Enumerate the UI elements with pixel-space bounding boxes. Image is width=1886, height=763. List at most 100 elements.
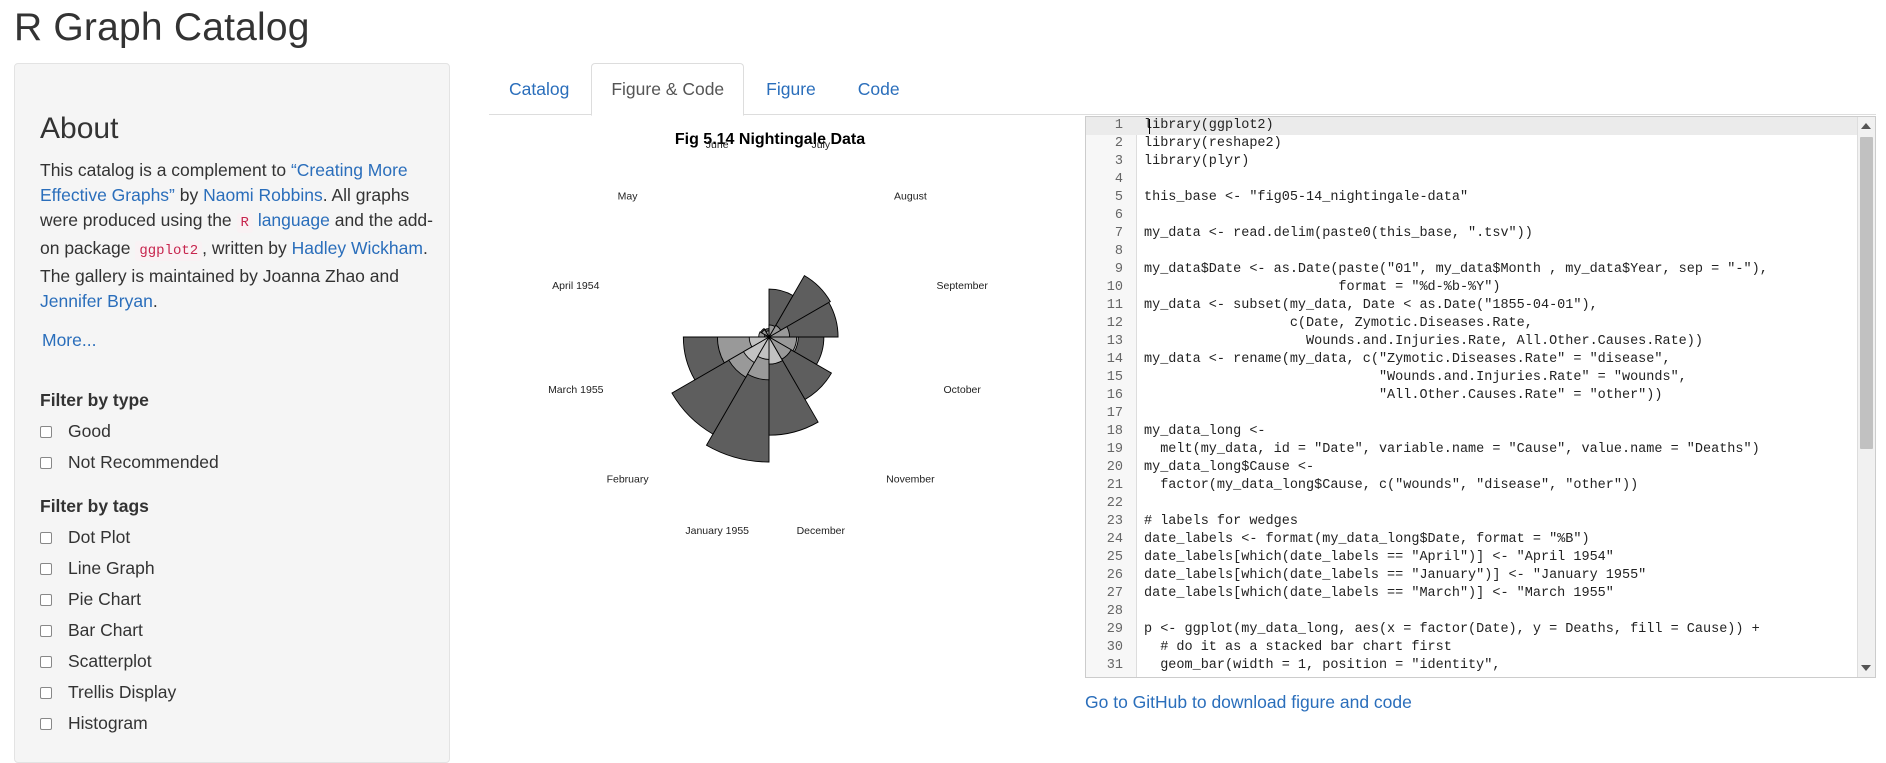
tab-code-label[interactable]: Code [858,79,900,100]
checkbox[interactable] [40,456,52,469]
code-text: my_data <- read.delim(paste0(this_base, … [1144,226,1533,241]
code-line[interactable]: 25 date_labels[which(date_labels == "Apri… [1086,549,1768,567]
line-number: 28 [1106,604,1123,619]
filter-type-good[interactable]: Good [40,416,219,447]
code-line[interactable]: 11 my_data <- subset(my_data, Date < as.D… [1086,297,1768,315]
checkbox[interactable] [40,425,52,438]
code-line[interactable]: 28 [1086,603,1768,621]
r-code-tag: R [236,213,253,233]
code-line[interactable]: 31 geom_bar(width = 1, position = "ident… [1086,657,1768,675]
code-line[interactable]: 1 library(ggplot2) [1086,117,1768,135]
checkbox[interactable] [40,531,52,544]
tab-figure-and-code-label[interactable]: Figure & Code [611,79,724,100]
code-line[interactable]: 4 [1086,171,1768,189]
checkbox[interactable] [40,655,52,668]
language-link[interactable]: language [258,210,330,230]
code-line[interactable]: 19 melt(my_data, id = "Date", variable.n… [1086,441,1768,459]
sidebar: About This catalog is a complement to “C… [14,63,450,763]
code-line[interactable]: 3 library(plyr) [1086,153,1768,171]
filter-label: Histogram [68,713,148,733]
line-number: 2 [1114,136,1123,151]
code-line[interactable]: 20 my_data_long$Cause <- [1086,459,1768,477]
code-text: date_labels[which(date_labels == "Januar… [1144,568,1647,583]
hadley-link[interactable]: Hadley Wickham [292,238,423,258]
code-text: # do it as a stacked bar chart first [1144,640,1452,655]
scroll-down-arrow-icon[interactable] [1861,665,1871,671]
month-label: April 1954 [552,280,599,292]
github-download-link[interactable]: Go to GitHub to download figure and code [1085,692,1412,713]
filter-label: Dot Plot [68,527,131,547]
code-text: date_labels[which(date_labels == "April"… [1144,550,1614,565]
code-editor[interactable]: 1 library(ggplot2) 2 library(reshape2) 3 libr… [1085,116,1876,678]
scroll-thumb[interactable] [1860,137,1873,449]
code-line[interactable]: 23 # labels for wedges [1086,513,1768,531]
code-line[interactable]: 27 date_labels[which(date_labels == "Marc… [1086,585,1768,603]
line-number: 12 [1106,316,1123,331]
tab-code[interactable]: Code [838,63,920,115]
line-number: 11 [1106,298,1123,313]
filter-tag-line-graph[interactable]: Line Graph [40,553,176,584]
checkbox[interactable] [40,686,52,699]
tab-figure[interactable]: Figure [746,63,836,115]
filter-tags-heading: Filter by tags [40,496,149,516]
code-line[interactable]: 10 format = "%d-%b-%Y") [1086,279,1768,297]
filter-tag-dot-plot[interactable]: Dot Plot [40,522,176,553]
code-line[interactable]: 14 my_data <- rename(my_data, c("Zymotic.… [1086,351,1768,369]
code-lines[interactable]: 1 library(ggplot2) 2 library(reshape2) 3 libr… [1086,117,1768,675]
line-number: 19 [1106,442,1123,457]
code-text: # labels for wedges [1144,514,1298,529]
code-line[interactable]: 21 factor(my_data_long$Cause, c("wounds"… [1086,477,1768,495]
code-line[interactable]: 7 my_data <- read.delim(paste0(this_base,… [1086,225,1768,243]
code-line[interactable]: 30 # do it as a stacked bar chart first [1086,639,1768,657]
code-line[interactable]: 9 my_data$Date <- as.Date(paste("01", my_… [1086,261,1768,279]
code-line[interactable]: 18 my_data_long <- [1086,423,1768,441]
scroll-up-arrow-icon[interactable] [1861,123,1871,129]
code-line[interactable]: 2 library(reshape2) [1086,135,1768,153]
code-line[interactable]: 26 date_labels[which(date_labels == "Janu… [1086,567,1768,585]
code-line[interactable]: 5 this_base <- "fig05-14_nightingale-data… [1086,189,1768,207]
filter-tag-scatterplot[interactable]: Scatterplot [40,646,176,677]
vertical-scrollbar[interactable] [1857,117,1875,677]
app-title: R Graph Catalog [14,6,310,49]
code-text: "All.Other.Causes.Rate" = "other")) [1144,388,1663,403]
filter-label: Line Graph [68,558,155,578]
filter-tag-trellis-display[interactable]: Trellis Display [40,677,176,708]
code-line[interactable]: 22 [1086,495,1768,513]
about-text-7: . [152,291,158,311]
code-line[interactable]: 6 [1086,207,1768,225]
checkbox[interactable] [40,593,52,606]
code-line[interactable]: 24 date_labels <- format(my_data_long$Dat… [1086,531,1768,549]
line-number: 29 [1106,622,1123,637]
code-text: factor(my_data_long$Cause, c("wounds", "… [1144,478,1639,493]
code-line[interactable]: 16 "All.Other.Causes.Rate" = "other")) [1086,387,1768,405]
tab-figure-label[interactable]: Figure [766,79,816,100]
filter-tag-bar-chart[interactable]: Bar Chart [40,615,176,646]
line-number: 16 [1106,388,1123,403]
code-line[interactable]: 12 c(Date, Zymotic.Diseases.Rate, [1086,315,1768,333]
code-line[interactable]: 17 [1086,405,1768,423]
code-line[interactable]: 8 [1086,243,1768,261]
code-line[interactable]: 13 Wounds.and.Injuries.Rate, All.Other.C… [1086,333,1768,351]
checkbox[interactable] [40,717,52,730]
tab-figure-and-code[interactable]: Figure & Code [591,63,745,116]
code-text: this_base <- "fig05-14_nightingale-data" [1144,190,1469,205]
code-text: my_data_long <- [1144,424,1266,439]
tab-catalog[interactable]: Catalog [489,63,589,115]
code-text: my_data_long$Cause <- [1144,460,1315,475]
line-number: 30 [1106,640,1123,655]
more-link[interactable]: More... [42,330,96,351]
jennifer-link[interactable]: Jennifer Bryan [40,291,153,311]
filter-type-not-recommended[interactable]: Not Recommended [40,447,219,478]
filter-tag-pie-chart[interactable]: Pie Chart [40,584,176,615]
tab-catalog-label[interactable]: Catalog [509,79,569,100]
code-text: my_data <- subset(my_data, Date < as.Dat… [1144,298,1598,313]
code-text: library(plyr) [1144,154,1250,169]
filter-label: Pie Chart [68,589,141,609]
code-line[interactable]: 29 p <- ggplot(my_data_long, aes(x = fact… [1086,621,1768,639]
filter-label: Not Recommended [68,452,219,472]
checkbox[interactable] [40,624,52,637]
author-link[interactable]: Naomi Robbins [203,185,323,205]
checkbox[interactable] [40,562,52,575]
filter-tag-histogram[interactable]: Histogram [40,708,176,739]
code-line[interactable]: 15 "Wounds.and.Injuries.Rate" = "wounds"… [1086,369,1768,387]
